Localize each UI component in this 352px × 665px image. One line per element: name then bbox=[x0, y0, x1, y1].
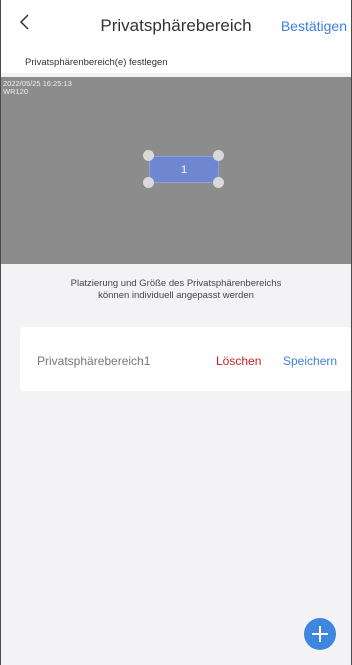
resize-handle-top-left[interactable] bbox=[143, 150, 154, 161]
resize-handle-bottom-right[interactable] bbox=[213, 177, 224, 188]
hint-line-1: Platzierung und Größe des Privatsphärenb… bbox=[70, 278, 282, 289]
osd-camera-name: WR120 bbox=[3, 87, 29, 96]
delete-button[interactable]: Löschen bbox=[216, 354, 261, 368]
privacy-zone-label: 1 bbox=[180, 163, 188, 176]
hint-text: Platzierung und Größe des Privatsphärenb… bbox=[1, 278, 351, 302]
screen: Privatsphärebereich Bestätigen Privatsph… bbox=[0, 0, 352, 665]
resize-handle-bottom-left[interactable] bbox=[143, 177, 154, 188]
app-header: Privatsphärebereich Bestätigen bbox=[1, 0, 351, 52]
hint-line-2: können individuell angepasst werden bbox=[98, 290, 254, 301]
video-osd: 2022/05/25 16:25:13 WR120 bbox=[3, 80, 72, 96]
plus-icon bbox=[312, 626, 328, 642]
save-button[interactable]: Speichern bbox=[283, 354, 337, 368]
privacy-zone-item: Privatsphärebereich1 Löschen Speichern bbox=[20, 327, 351, 391]
privacy-zone-name: Privatsphärebereich1 bbox=[37, 354, 151, 368]
add-zone-button[interactable] bbox=[304, 618, 336, 650]
confirm-button[interactable]: Bestätigen bbox=[281, 18, 347, 34]
section-label: Privatsphärenbereich(e) festlegen bbox=[25, 57, 168, 68]
resize-handle-top-right[interactable] bbox=[213, 150, 224, 161]
section-header: Privatsphärenbereich(e) festlegen bbox=[1, 52, 351, 73]
privacy-zone-box[interactable]: 1 bbox=[149, 156, 219, 183]
